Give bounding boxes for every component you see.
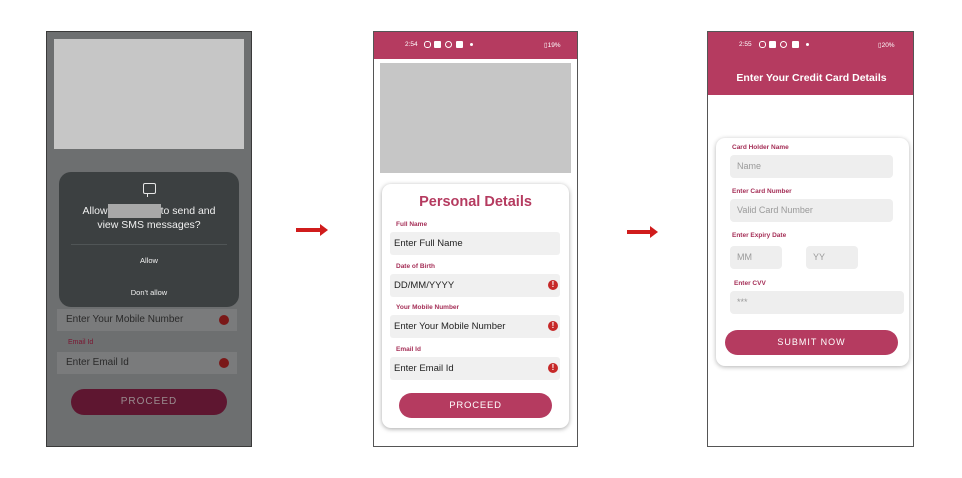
phone-screen-personal-details: 2:54 ▯19% Personal Details Full Name Ent… [373, 31, 578, 447]
email-placeholder: Enter Email Id [66, 357, 129, 368]
proceed-button[interactable]: PROCEED [71, 389, 227, 415]
dont-allow-button[interactable]: Don't allow [59, 288, 239, 297]
more-notifications-dot [470, 43, 473, 46]
notification-icon [434, 41, 441, 48]
notification-icon [445, 41, 452, 48]
card-title: Personal Details [419, 194, 532, 210]
card-holder-placeholder: Name [737, 161, 762, 171]
card-number-input[interactable]: Valid Card Number [730, 199, 893, 222]
dob-label: Date of Birth [396, 263, 435, 270]
dialog-divider [71, 244, 227, 245]
email-label: Email Id [68, 339, 94, 346]
full-name-input[interactable]: Enter Full Name [390, 232, 560, 255]
notification-icon [424, 41, 431, 48]
email-placeholder: Enter Email Id [394, 363, 454, 374]
card-number-placeholder: Valid Card Number [737, 205, 813, 215]
expiry-label: Enter Expiry Date [732, 232, 787, 239]
dob-input[interactable]: DD/MM/YYYY ! [390, 274, 560, 297]
battery-level: 20% [881, 42, 895, 49]
error-icon [219, 358, 229, 368]
credit-card-form: Card Holder Name Name Enter Card Number … [716, 138, 909, 366]
battery-level: 19% [547, 42, 561, 49]
error-icon: ! [548, 321, 558, 331]
redacted-app-name [107, 204, 161, 219]
dialog-title: Allow to send and view SMS messages? [67, 204, 231, 232]
phone-screen-credit-card: 2:55 ▯20% Enter Your Credit Card Details… [707, 31, 914, 447]
expiry-month-input[interactable]: MM [730, 246, 782, 269]
sms-permission-dialog: Allow to send and view SMS messages? Allo… [59, 172, 239, 307]
flow-arrow-2 [627, 226, 658, 238]
allow-button[interactable]: Allow [59, 256, 239, 265]
proceed-button[interactable]: PROCEED [399, 393, 552, 418]
battery-indicator: ▯19% [544, 42, 561, 49]
email-input[interactable]: Enter Email Id ! [390, 357, 560, 380]
card-number-label: Enter Card Number [732, 188, 792, 195]
dialog-title-start: Allow [82, 205, 108, 217]
personal-details-card: Personal Details Full Name Enter Full Na… [382, 184, 569, 428]
status-bar: 2:54 ▯19% [374, 32, 577, 59]
status-time: 2:55 [739, 41, 752, 48]
status-bar: 2:55 ▯20% [708, 32, 913, 59]
page-title: Enter Your Credit Card Details [736, 72, 887, 84]
phone-screen-sms-permission: Enter Your Mobile Number Email Id Enter … [46, 31, 252, 447]
message-icon [143, 183, 156, 197]
expiry-year-placeholder: YY [813, 252, 826, 262]
mobile-number-placeholder: Enter Your Mobile Number [66, 314, 184, 325]
card-holder-label: Card Holder Name [732, 144, 789, 151]
email-field[interactable]: Enter Email Id [57, 352, 237, 374]
cvv-input[interactable]: *** [730, 291, 904, 314]
image-placeholder [54, 39, 244, 149]
notification-icon [759, 41, 766, 48]
error-icon [219, 315, 229, 325]
mobile-label: Your Mobile Number [396, 304, 460, 311]
error-icon: ! [548, 280, 558, 290]
submit-button[interactable]: SUBMIT NOW [725, 330, 898, 355]
image-placeholder [380, 63, 571, 173]
flow-arrow-1 [296, 224, 328, 236]
dialog-title-line2: view SMS messages? [97, 219, 201, 232]
battery-indicator: ▯20% [878, 42, 895, 49]
full-name-label: Full Name [396, 221, 428, 228]
error-icon: ! [548, 363, 558, 373]
notification-icon [780, 41, 787, 48]
full-name-placeholder: Enter Full Name [394, 238, 463, 249]
email-label: Email Id [396, 346, 421, 353]
dob-placeholder: DD/MM/YYYY [394, 280, 455, 291]
mobile-number-field[interactable]: Enter Your Mobile Number [57, 309, 237, 331]
dialog-title-end: to send and [160, 205, 216, 217]
card-holder-input[interactable]: Name [730, 155, 893, 178]
cvv-label: Enter CVV [734, 280, 766, 287]
notification-icon [769, 41, 776, 48]
expiry-month-placeholder: MM [737, 252, 752, 262]
expiry-year-input[interactable]: YY [806, 246, 858, 269]
more-notifications-dot [806, 43, 809, 46]
mobile-input[interactable]: Enter Your Mobile Number ! [390, 315, 560, 338]
cvv-placeholder: *** [737, 297, 748, 307]
mobile-placeholder: Enter Your Mobile Number [394, 321, 506, 332]
status-time: 2:54 [405, 41, 418, 48]
notification-icon [792, 41, 799, 48]
notification-icon [456, 41, 463, 48]
